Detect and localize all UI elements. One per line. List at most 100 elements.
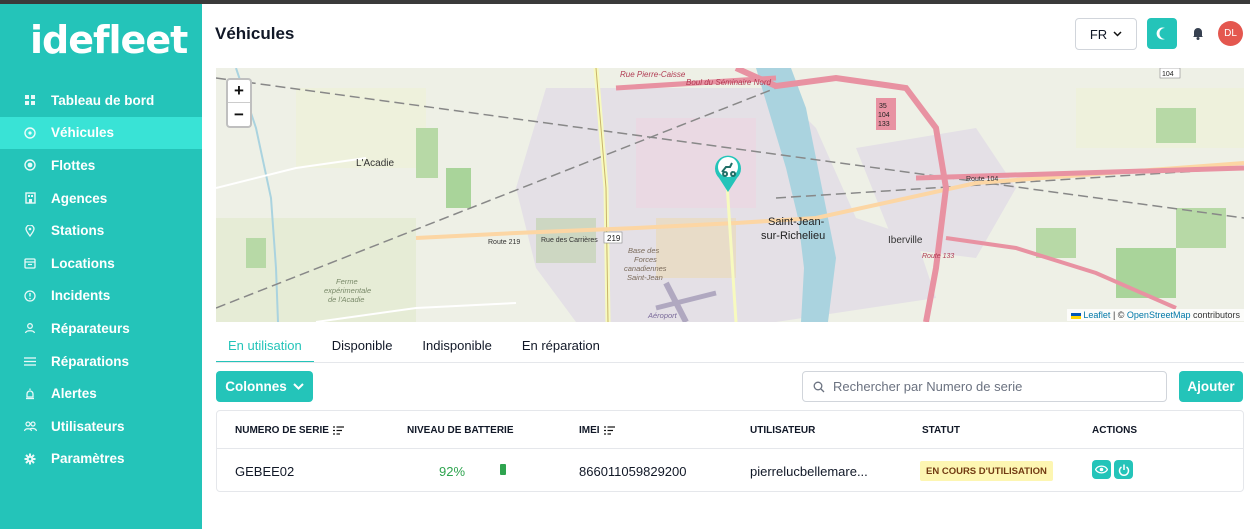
users-icon xyxy=(23,419,37,433)
column-header-imei[interactable]: IMEI xyxy=(579,425,615,436)
map-label: Route 133 xyxy=(922,253,954,260)
cell-battery: 92% xyxy=(439,464,466,479)
column-header-label: NUMERO DE SERIE xyxy=(235,425,329,436)
sidebar-item-fleets[interactable]: Flottes xyxy=(0,149,202,182)
sidebar: idefleet Tableau de bord Véhicules Flott… xyxy=(0,4,202,529)
map-label: Base des xyxy=(628,246,660,255)
sidebar-item-agencies[interactable]: Agences xyxy=(0,182,202,215)
map-label: Boul du Séminaire Nord xyxy=(686,78,771,87)
leaflet-link[interactable]: Leaflet xyxy=(1083,310,1110,320)
sidebar-item-settings[interactable]: Paramètres xyxy=(0,443,202,476)
sidebar-item-label: Réparateurs xyxy=(51,320,130,336)
column-header-battery: NIVEAU DE BATTERIE xyxy=(407,425,514,436)
list-icon xyxy=(23,354,37,368)
column-header-status: STATUT xyxy=(922,425,960,436)
sidebar-item-repairers[interactable]: Réparateurs xyxy=(0,312,202,345)
sidebar-item-label: Tableau de bord xyxy=(51,92,155,108)
map-label: canadiennes xyxy=(624,264,667,273)
power-button[interactable] xyxy=(1114,460,1133,479)
tab-in-repair[interactable]: En réparation xyxy=(504,336,612,363)
map-zoom-control: + − xyxy=(226,78,252,128)
map-tiles: L'Acadie Saint-Jean- sur-Richelieu Iberv… xyxy=(216,68,1244,322)
sidebar-item-vehicles[interactable]: Véhicules xyxy=(0,116,202,150)
attribution-separator: | © xyxy=(1110,310,1127,320)
gear-icon xyxy=(23,452,37,466)
language-select[interactable]: FR xyxy=(1075,18,1137,50)
tab-in-use[interactable]: En utilisation xyxy=(216,336,314,363)
sidebar-item-label: Utilisateurs xyxy=(51,418,125,434)
sidebar-item-incidents[interactable]: Incidents xyxy=(0,280,202,313)
vehicle-icon xyxy=(23,126,37,140)
status-tabs: En utilisation Disponible Indisponible E… xyxy=(216,336,612,363)
svg-text:104: 104 xyxy=(1162,71,1174,78)
map-label: Route 104 xyxy=(966,176,998,183)
map-label: Rue Pierre-Caisse xyxy=(620,70,686,79)
avatar[interactable]: DL xyxy=(1218,21,1243,46)
columns-button[interactable]: Colonnes xyxy=(216,371,313,402)
column-header-label: STATUT xyxy=(922,425,960,436)
sidebar-item-repairs[interactable]: Réparations xyxy=(0,345,202,378)
dark-mode-toggle[interactable] xyxy=(1147,18,1177,49)
map-label: de l'Acadie xyxy=(328,295,364,304)
chevron-down-icon xyxy=(1113,31,1122,37)
map-label: L'Acadie xyxy=(356,158,394,169)
map-label: Iberville xyxy=(888,235,923,246)
zoom-in-button[interactable]: + xyxy=(228,80,250,103)
sidebar-item-users[interactable]: Utilisateurs xyxy=(0,410,202,443)
tab-available[interactable]: Disponible xyxy=(314,336,405,363)
language-value: FR xyxy=(1089,26,1108,42)
map-label: Aéroport xyxy=(647,311,678,320)
chevron-down-icon xyxy=(293,383,304,390)
alert-circle-icon xyxy=(23,289,37,303)
map[interactable]: L'Acadie Saint-Jean- sur-Richelieu Iberv… xyxy=(216,68,1244,322)
sort-icon[interactable] xyxy=(603,426,615,435)
sidebar-item-label: Paramètres xyxy=(51,451,125,467)
tabs-divider xyxy=(216,362,1244,363)
vehicle-marker-icon[interactable] xyxy=(713,153,743,193)
notification-bell-icon[interactable] xyxy=(1190,25,1206,41)
sidebar-item-label: Flottes xyxy=(51,157,96,173)
column-header-serial[interactable]: NUMERO DE SERIE xyxy=(235,425,344,436)
sidebar-item-label: Agences xyxy=(51,190,108,206)
attribution-suffix: contributors xyxy=(1190,310,1240,320)
moon-icon xyxy=(1156,27,1165,40)
map-label: sur-Richelieu xyxy=(761,230,825,242)
map-label: Ferme xyxy=(336,277,358,286)
zoom-out-button[interactable]: − xyxy=(228,103,250,126)
svg-text:219: 219 xyxy=(607,234,621,243)
sidebar-item-label: Incidents xyxy=(51,288,111,304)
power-icon xyxy=(1118,464,1129,476)
sidebar-nav: Tableau de bord Véhicules Flottes Agence… xyxy=(0,84,202,475)
page-title: Véhicules xyxy=(215,24,295,43)
tab-unavailable[interactable]: Indisponible xyxy=(404,336,503,363)
alarm-icon xyxy=(23,387,37,401)
add-button[interactable]: Ajouter xyxy=(1179,371,1243,402)
table-header: NUMERO DE SERIE NIVEAU DE BATTERIE IMEI … xyxy=(217,411,1243,449)
sidebar-item-label: Stations xyxy=(51,223,105,239)
column-header-label: NIVEAU DE BATTERIE xyxy=(407,425,514,436)
map-label: Saint-Jean xyxy=(627,273,663,282)
sidebar-item-rentals[interactable]: Locations xyxy=(0,247,202,280)
search-input[interactable] xyxy=(833,379,1153,394)
app-logo[interactable]: idefleet xyxy=(30,18,188,62)
column-header-label: ACTIONS xyxy=(1092,425,1137,436)
column-header-label: IMEI xyxy=(579,425,600,436)
cell-user: pierrelucbellemare... xyxy=(750,464,868,479)
map-label: Route 219 xyxy=(488,239,520,246)
openstreetmap-link[interactable]: OpenStreetMap xyxy=(1127,310,1191,320)
map-label: Saint-Jean- xyxy=(768,216,825,228)
sidebar-item-label: Véhicules xyxy=(51,125,115,141)
sort-icon[interactable] xyxy=(332,426,344,435)
map-label: Forces xyxy=(634,255,657,264)
column-header-label: UTILISATEUR xyxy=(750,425,816,436)
view-button[interactable] xyxy=(1092,460,1111,479)
cell-serial: GEBEE02 xyxy=(235,464,295,479)
ukraine-flag-icon xyxy=(1071,312,1082,319)
sidebar-item-alerts[interactable]: Alertes xyxy=(0,377,202,410)
user-icon xyxy=(23,321,37,335)
sidebar-item-stations[interactable]: Stations xyxy=(0,214,202,247)
battery-icon xyxy=(500,464,506,475)
sidebar-item-dashboard[interactable]: Tableau de bord xyxy=(0,84,202,117)
svg-text:104: 104 xyxy=(878,112,890,119)
sidebar-item-label: Locations xyxy=(51,255,115,271)
